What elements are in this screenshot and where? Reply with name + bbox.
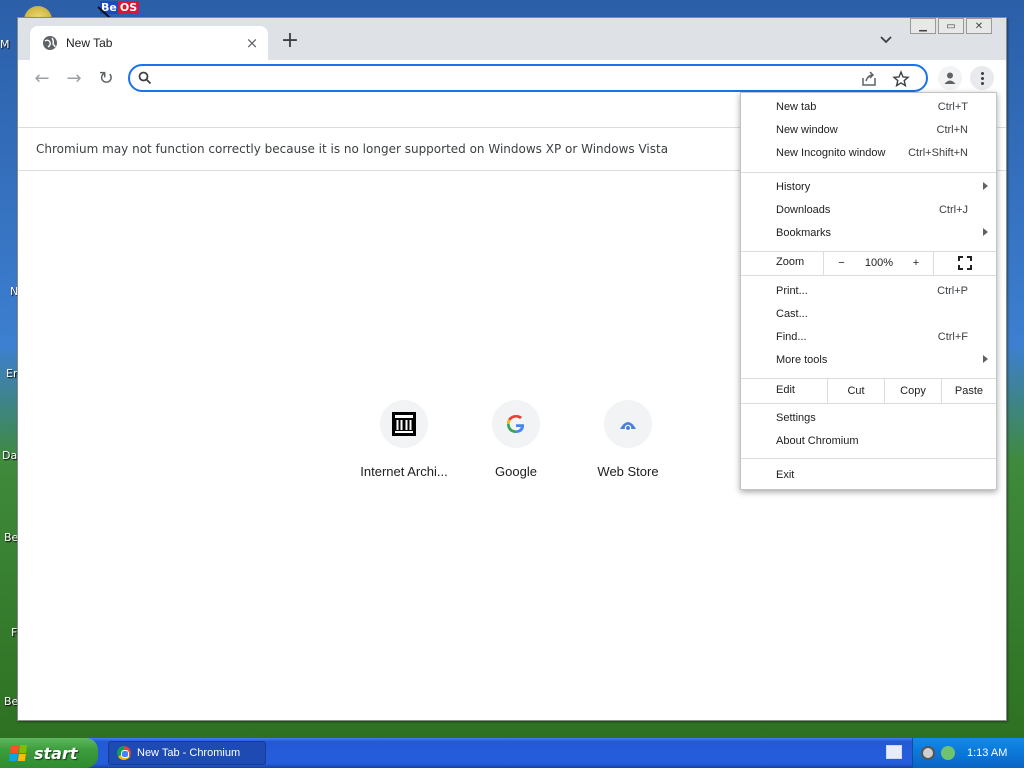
menu-separator <box>741 172 996 173</box>
reload-button[interactable]: ↻ <box>94 66 118 90</box>
fullscreen-icon <box>958 256 972 270</box>
profile-button[interactable] <box>938 66 962 90</box>
shortcut-label: Web Store <box>597 464 659 479</box>
security-icon[interactable] <box>921 746 935 760</box>
menu-item-new-tab[interactable]: New tab Ctrl+T <box>741 97 996 120</box>
ntp-shortcuts: Internet Archi... Google Web Store <box>348 400 684 479</box>
menu-item-exit[interactable]: Exit <box>741 465 996 488</box>
network-icon[interactable] <box>941 746 955 760</box>
shortcut-tile <box>492 400 540 448</box>
address-input[interactable] <box>160 70 850 88</box>
tab-new-tab[interactable]: New Tab × <box>30 26 268 60</box>
menu-edit-row: Edit Cut Copy Paste <box>741 379 996 403</box>
fullscreen-button[interactable] <box>933 251 996 275</box>
star-icon[interactable] <box>892 70 910 88</box>
desktop-icon-label[interactable]: Da <box>2 449 17 462</box>
tab-strip: New Tab × + ▁ ▭ ✕ <box>18 18 1006 60</box>
menu-item-history[interactable]: History <box>741 177 996 200</box>
menu-separator <box>741 458 996 459</box>
omnibox[interactable] <box>128 64 928 92</box>
shortcut-tile <box>380 400 428 448</box>
windows-flag-icon <box>8 745 28 761</box>
taskbar: start New Tab - Chromium 1:13 AM <box>0 738 1024 768</box>
zoom-level: 100% <box>864 257 894 269</box>
forward-button[interactable]: → <box>62 66 86 90</box>
minimize-button[interactable]: ▁ <box>910 18 936 34</box>
internet-archive-icon <box>392 412 416 436</box>
taskbar-item-label: New Tab - Chromium <box>137 747 241 759</box>
zoom-out-button[interactable]: − <box>823 251 859 275</box>
shortcut-web-store[interactable]: Web Store <box>572 400 684 479</box>
menu-item-new-window[interactable]: New window Ctrl+N <box>741 120 996 143</box>
chromium-icon <box>117 746 131 760</box>
globe-icon <box>43 36 57 50</box>
shortcut-label: Internet Archi... <box>360 464 448 479</box>
menu-separator <box>741 275 996 276</box>
copy-button[interactable]: Copy <box>884 379 941 403</box>
clock[interactable]: 1:13 AM <box>967 747 1007 759</box>
toolbar: ← → ↻ <box>18 60 1006 96</box>
profile-icon <box>944 72 956 84</box>
paste-button[interactable]: Paste <box>941 379 996 403</box>
menu-separator <box>741 403 996 404</box>
zoom-label: Zoom <box>776 256 805 268</box>
maximize-button[interactable]: ▭ <box>938 18 964 34</box>
close-icon[interactable]: × <box>242 33 262 53</box>
edit-label: Edit <box>776 384 795 396</box>
menu-zoom-row: Zoom − 100% + <box>741 251 996 275</box>
menu-item-downloads[interactable]: Downloads Ctrl+J <box>741 200 996 223</box>
submenu-arrow-icon <box>983 182 988 190</box>
keyboard-icon[interactable] <box>886 745 902 759</box>
back-button[interactable]: ← <box>30 66 54 90</box>
new-tab-button[interactable]: + <box>280 30 300 52</box>
infobar-message: Chromium may not function correctly beca… <box>36 142 669 156</box>
menu-item-settings[interactable]: Settings <box>741 408 996 431</box>
submenu-arrow-icon <box>983 228 988 236</box>
menu-item-more-tools[interactable]: More tools <box>741 350 996 373</box>
taskbar-item-chromium[interactable]: New Tab - Chromium <box>108 741 266 765</box>
start-button[interactable]: start <box>0 738 98 768</box>
cut-button[interactable]: Cut <box>827 379 884 403</box>
chevron-down-icon[interactable] <box>878 32 894 48</box>
menu-item-find[interactable]: Find... Ctrl+F <box>741 327 996 350</box>
app-menu-button[interactable] <box>970 66 994 90</box>
tab-title: New Tab <box>66 36 113 50</box>
shortcut-internet-archive[interactable]: Internet Archi... <box>348 400 460 479</box>
menu-item-bookmarks[interactable]: Bookmarks <box>741 223 996 246</box>
google-g-icon <box>507 415 525 433</box>
submenu-arrow-icon <box>983 355 988 363</box>
window-controls: ▁ ▭ ✕ <box>910 18 992 34</box>
shortcut-tile <box>604 400 652 448</box>
share-icon[interactable] <box>860 70 878 88</box>
search-icon <box>138 71 152 85</box>
menu-item-print[interactable]: Print... Ctrl+P <box>741 281 996 304</box>
menu-item-about[interactable]: About Chromium <box>741 431 996 454</box>
system-tray: 1:13 AM <box>912 738 1024 768</box>
shortcut-label: Google <box>495 464 537 479</box>
shortcut-google[interactable]: Google <box>460 400 572 479</box>
web-store-icon <box>620 422 636 432</box>
close-window-button[interactable]: ✕ <box>966 18 992 34</box>
desktop-icon-label[interactable]: Er <box>6 367 17 380</box>
menu-item-new-incognito[interactable]: New Incognito window Ctrl+Shift+N <box>741 143 996 166</box>
menu-item-cast[interactable]: Cast... <box>741 304 996 327</box>
desktop-icon-label[interactable]: M <box>0 38 10 51</box>
zoom-in-button[interactable]: + <box>899 251 933 275</box>
app-menu: New tab Ctrl+T New window Ctrl+N New Inc… <box>740 92 997 490</box>
